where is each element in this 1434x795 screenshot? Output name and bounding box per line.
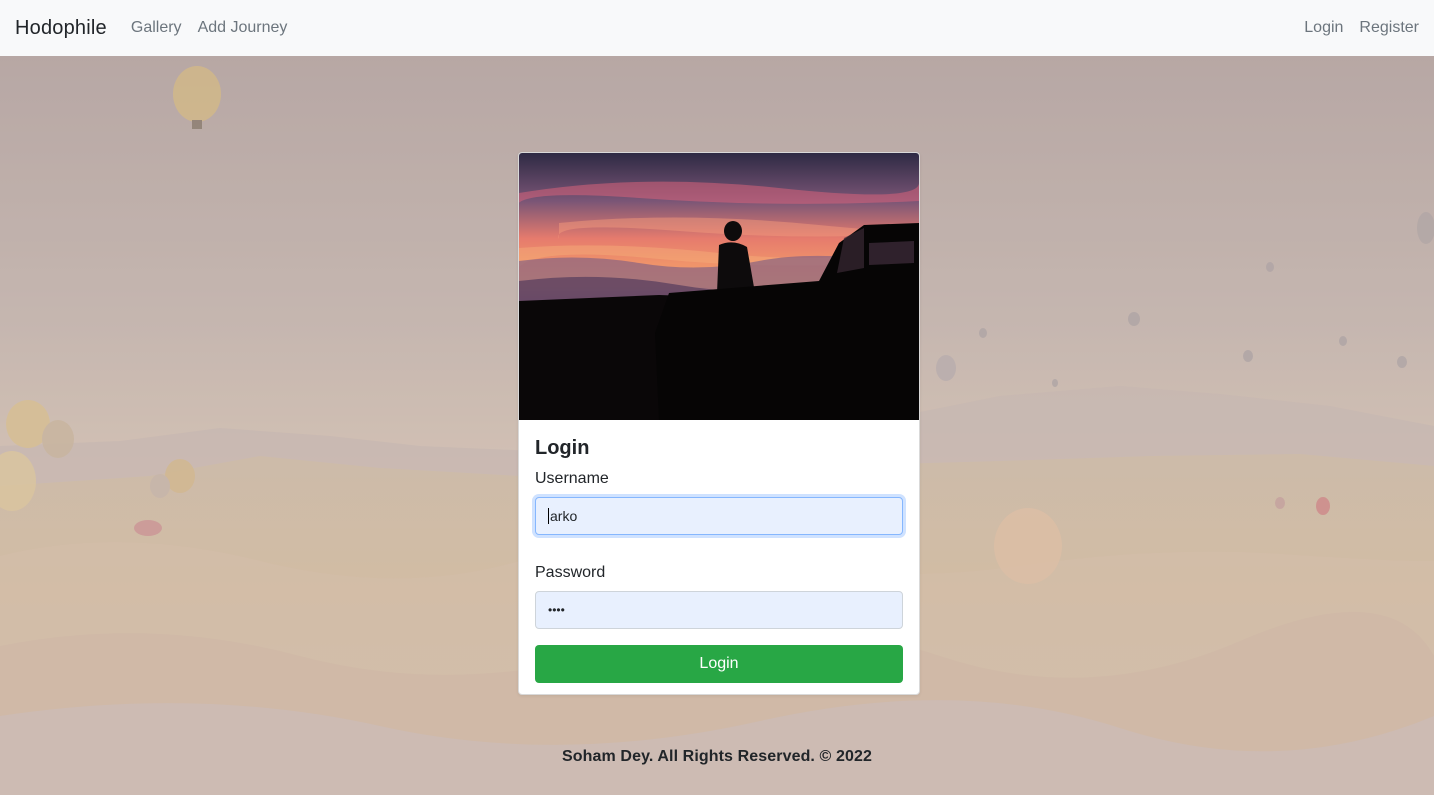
login-form: Login Username arko Password •••• Login — [535, 436, 903, 683]
nav-link-register[interactable]: Register — [1359, 19, 1419, 37]
password-input[interactable]: •••• — [535, 591, 903, 629]
username-value: arko — [550, 508, 578, 524]
login-title: Login — [535, 437, 590, 459]
footer-copyright: Soham Dey. All Rights Reserved. © 2022 — [562, 748, 872, 765]
nav-link-gallery[interactable]: Gallery — [131, 19, 182, 37]
nav-right-group: Login Register — [1288, 19, 1419, 37]
username-input[interactable]: arko — [535, 497, 903, 535]
login-button[interactable]: Login — [535, 645, 903, 683]
login-card: Login Username arko Password •••• Login — [518, 152, 920, 695]
nav-link-add-journey[interactable]: Add Journey — [198, 19, 288, 37]
card-image — [519, 153, 919, 420]
nav-link-login[interactable]: Login — [1304, 19, 1343, 37]
password-value: •••• — [548, 603, 565, 617]
brand-logo[interactable]: Hodophile — [15, 17, 107, 40]
username-label: Username — [535, 470, 609, 487]
text-caret — [548, 508, 549, 524]
password-label: Password — [535, 564, 606, 581]
navbar: Hodophile Gallery Add Journey Login Regi… — [0, 0, 1434, 56]
